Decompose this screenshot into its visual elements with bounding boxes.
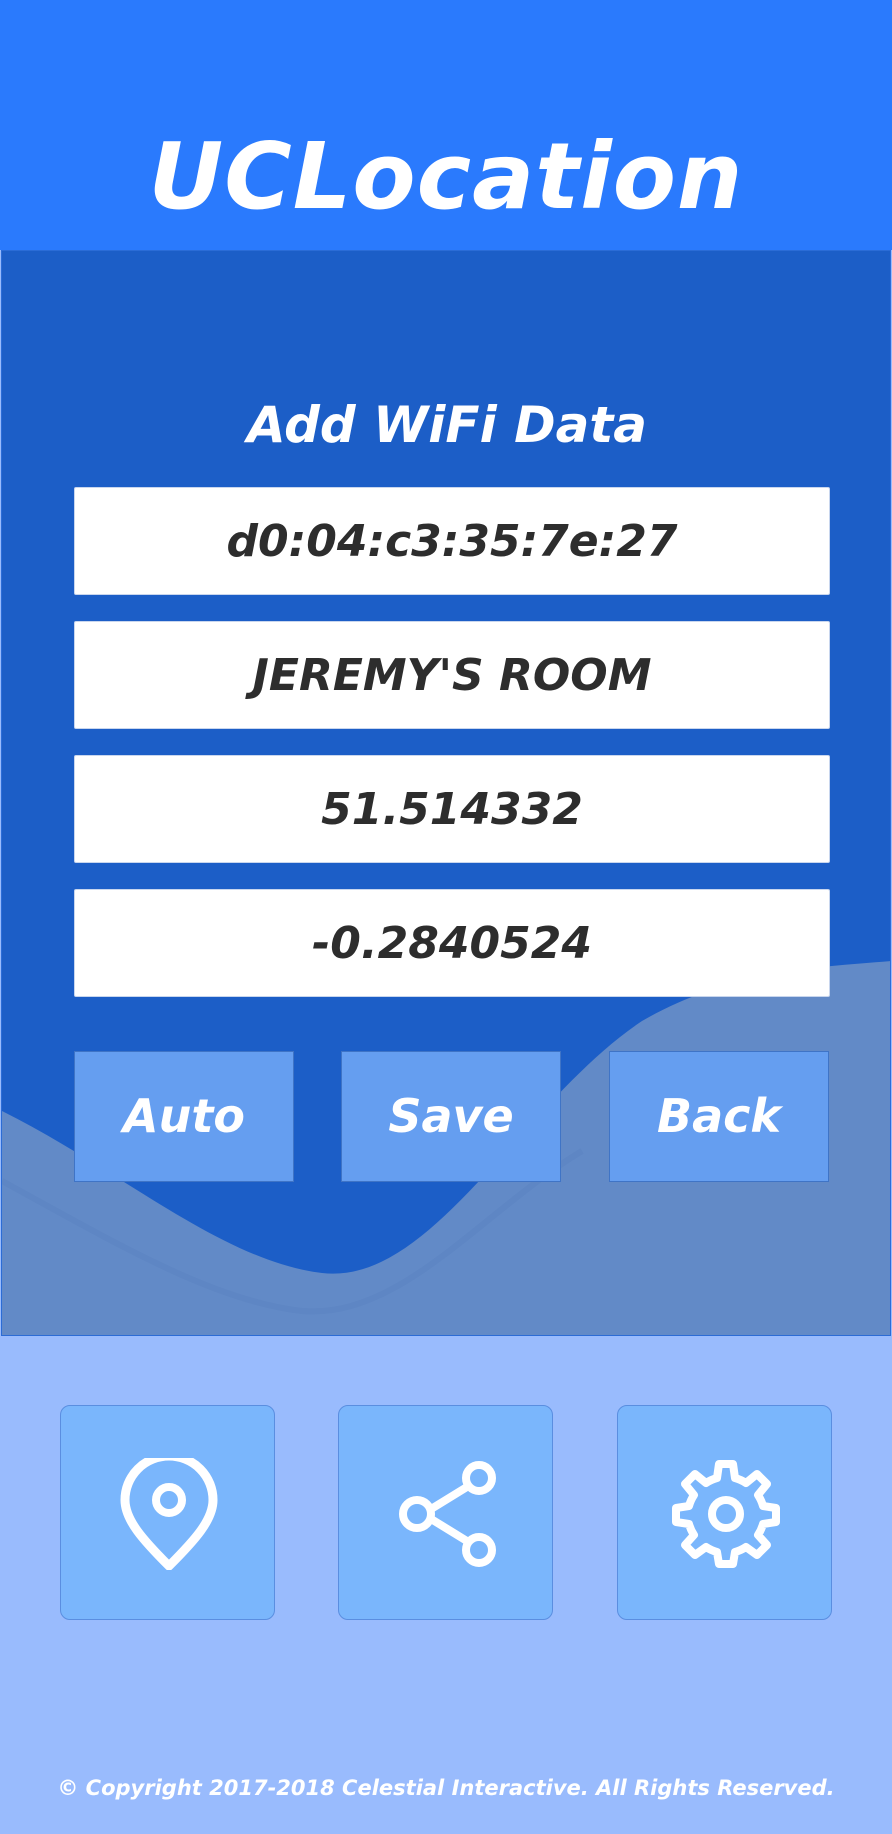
gear-icon (672, 1460, 780, 1568)
app-title: UCLocation (148, 123, 744, 230)
longitude-field[interactable] (74, 889, 830, 997)
add-wifi-panel: Add WiFi Data Auto Save Back (1, 250, 891, 1336)
save-button[interactable]: Save (341, 1051, 561, 1182)
share-icon (399, 1461, 496, 1567)
latitude-field[interactable] (74, 755, 830, 863)
app-screen: UCLocation Add WiFi Data Auto Save Back (0, 0, 892, 1834)
header: UCLocation (0, 0, 892, 250)
back-button[interactable]: Back (609, 1051, 829, 1182)
nav-settings-button[interactable] (617, 1405, 832, 1620)
location-pin-icon (120, 1458, 218, 1570)
location-name-field[interactable] (74, 621, 830, 729)
nav-location-button[interactable] (60, 1405, 275, 1620)
nav-share-button[interactable] (338, 1405, 553, 1620)
form-title: Add WiFi Data (246, 396, 648, 454)
auto-button[interactable]: Auto (74, 1051, 294, 1182)
bssid-field[interactable] (74, 487, 830, 595)
copyright-text: © Copyright 2017-2018 Celestial Interact… (57, 1776, 835, 1800)
